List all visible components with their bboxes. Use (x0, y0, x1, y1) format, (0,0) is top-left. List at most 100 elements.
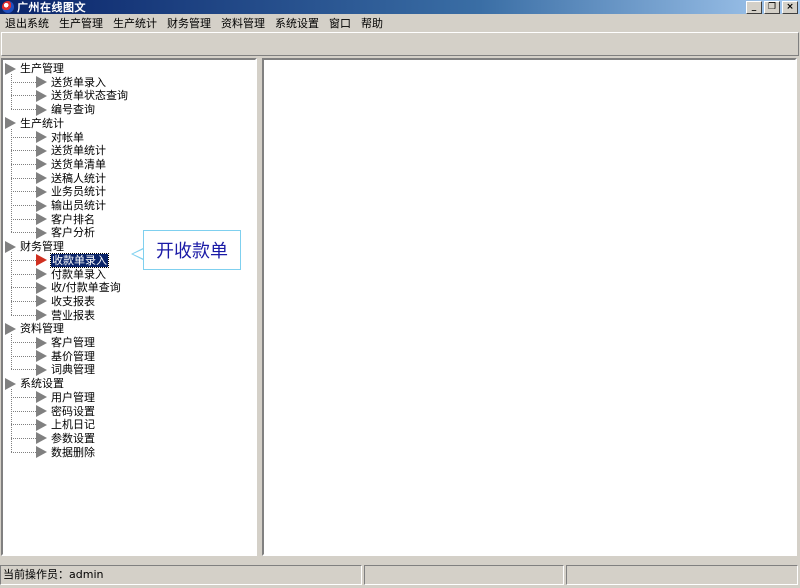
tree-connector (11, 95, 36, 97)
tree-item-label: 对帐单 (51, 130, 84, 144)
tree-item-label: 客户管理 (51, 336, 95, 349)
item-arrow-icon (36, 405, 47, 417)
tree-item-label: 送稿人统计 (51, 171, 106, 185)
tree-item-4-0[interactable]: 用户管理 (36, 391, 95, 404)
tree-item-label: 用户管理 (51, 390, 95, 404)
tree-item-1-3[interactable]: 送稿人统计 (36, 172, 106, 185)
item-arrow-icon (36, 391, 47, 404)
tree-item-label: 参数设置 (51, 431, 95, 445)
tree-item-0-0[interactable]: 送货单录入 (36, 76, 106, 89)
item-arrow-icon (36, 76, 47, 89)
tree-group-label: 生产管理 (20, 62, 64, 75)
tree-connector (11, 191, 36, 193)
menu-data[interactable]: 资料管理 (216, 15, 270, 31)
tree-connector (11, 300, 36, 302)
tree-connector (11, 369, 36, 371)
tree-item-0-2[interactable]: 编号查询 (36, 103, 95, 116)
tree-item-2-2[interactable]: 收/付款单查询 (36, 281, 121, 294)
navigation-tree: 生产管理 送货单录入 送货单状态查询 编号查询 生产统计 对帐单 送货单统计 送货单清单 送稿人… (1, 58, 257, 556)
tree-item-label: 收/付款单查询 (51, 281, 121, 295)
tree-group-0[interactable]: 生产管理 (5, 62, 64, 75)
expand-arrow-icon (5, 117, 16, 130)
item-arrow-icon (36, 226, 47, 239)
tree-item-1-7[interactable]: 客户分析 (36, 226, 95, 239)
tree-item-label: 上机日记 (51, 418, 95, 432)
item-arrow-icon (36, 350, 47, 363)
item-arrow-icon (36, 213, 47, 226)
tree-item-1-1[interactable]: 送货单统计 (36, 144, 106, 157)
tree-item-1-2[interactable]: 送货单清单 (36, 158, 106, 171)
tree-connector (11, 177, 36, 179)
status-pane-3 (566, 565, 798, 585)
tree-item-2-3[interactable]: 收支报表 (36, 295, 95, 308)
main-content-area (262, 58, 797, 556)
tree-item-4-1[interactable]: 密码设置 (36, 405, 95, 418)
tree-connector (11, 163, 36, 165)
tree-item-1-4[interactable]: 业务员统计 (36, 185, 106, 198)
status-bar: 当前操作员：admin (0, 565, 800, 587)
item-arrow-icon (36, 295, 47, 308)
menu-window[interactable]: 窗口 (324, 15, 356, 31)
tree-item-label: 输出员统计 (51, 199, 106, 212)
tree-connector (11, 273, 36, 275)
toolbar (1, 32, 799, 56)
item-arrow-icon (36, 131, 47, 143)
tree-group-label: 生产统计 (20, 116, 64, 130)
window-controls: _ ❐ × (746, 1, 798, 14)
status-operator: 当前操作员：admin (0, 565, 362, 585)
tree-item-2-0[interactable]: 收款单录入 (36, 252, 109, 268)
item-arrow-icon (36, 418, 47, 431)
minimize-button[interactable]: _ (746, 1, 762, 14)
tree-group-3[interactable]: 资料管理 (5, 322, 64, 335)
tree-item-3-0[interactable]: 客户管理 (36, 336, 95, 349)
splitter[interactable] (258, 58, 261, 556)
menu-exit[interactable]: 退出系统 (0, 15, 54, 31)
menu-finance[interactable]: 财务管理 (162, 15, 216, 31)
tree-connector (11, 334, 12, 370)
close-button[interactable]: × (782, 1, 798, 14)
annotation-callout: 开收款单 (143, 230, 241, 270)
tree-connector (11, 218, 36, 220)
tree-item-1-0[interactable]: 对帐单 (36, 131, 84, 144)
tree-item-label: 业务员统计 (51, 185, 106, 199)
menu-production[interactable]: 生产管理 (54, 15, 108, 31)
tree-item-4-3[interactable]: 参数设置 (36, 432, 95, 445)
item-arrow-icon (36, 309, 47, 322)
tree-item-4-4[interactable]: 数据删除 (36, 446, 95, 459)
tree-item-4-2[interactable]: 上机日记 (36, 418, 95, 431)
tree-connector (11, 136, 36, 138)
tree-item-3-1[interactable]: 基价管理 (36, 350, 95, 363)
item-arrow-icon (36, 336, 47, 349)
tree-item-label: 词典管理 (51, 363, 95, 377)
tree-group-label: 财务管理 (20, 240, 64, 254)
item-arrow-icon (36, 89, 47, 102)
item-arrow-icon (36, 199, 47, 212)
tree-item-2-4[interactable]: 营业报表 (36, 309, 95, 322)
tree-item-2-1[interactable]: 付款单录入 (36, 268, 106, 281)
item-arrow-icon (36, 268, 47, 280)
tree-item-1-6[interactable]: 客户排名 (36, 213, 95, 226)
tree-item-label: 收支报表 (51, 294, 95, 308)
tree-item-1-5[interactable]: 输出员统计 (36, 199, 106, 212)
tree-connector (11, 396, 36, 398)
tree-connector (11, 410, 36, 412)
tree-item-label: 送货单状态查询 (51, 89, 128, 103)
menu-settings[interactable]: 系统设置 (270, 15, 324, 31)
tree-item-0-1[interactable]: 送货单状态查询 (36, 89, 128, 102)
tree-connector (11, 150, 36, 152)
tree-item-3-2[interactable]: 词典管理 (36, 363, 95, 376)
item-arrow-icon (36, 363, 47, 376)
menu-production-stats[interactable]: 生产统计 (108, 15, 162, 31)
tree-group-2[interactable]: 财务管理 (5, 240, 64, 253)
tree-item-label: 密码设置 (51, 404, 95, 418)
app-icon (2, 1, 14, 13)
tree-item-label: 客户排名 (51, 212, 95, 226)
tree-connector (11, 109, 36, 111)
tree-group-1[interactable]: 生产统计 (5, 117, 64, 130)
expand-arrow-icon (5, 240, 16, 253)
restore-button[interactable]: ❐ (764, 1, 780, 14)
tree-group-4[interactable]: 系统设置 (5, 377, 64, 390)
menu-help[interactable]: 帮助 (356, 15, 388, 31)
expand-arrow-icon (5, 322, 16, 335)
expand-arrow-icon (5, 62, 16, 75)
